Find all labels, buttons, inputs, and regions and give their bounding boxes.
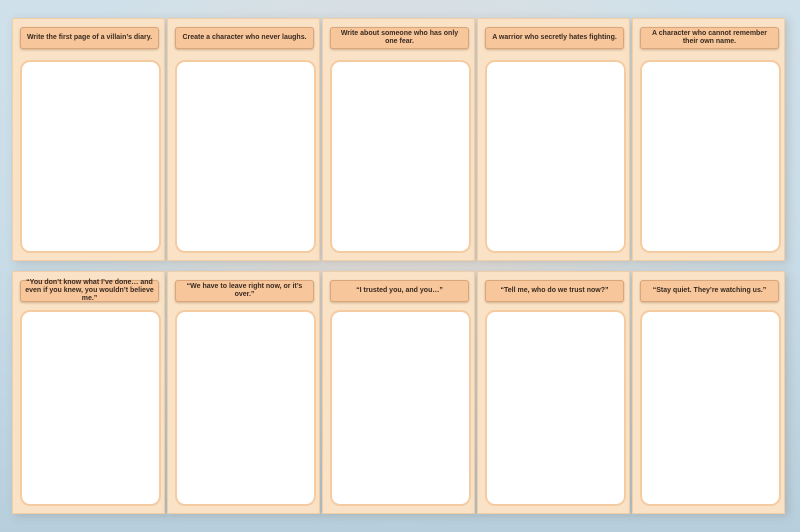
writing-area[interactable] <box>175 60 316 253</box>
prompt-card[interactable]: Create a character who never laughs. <box>167 18 320 261</box>
writing-area[interactable] <box>20 60 161 253</box>
prompt-card[interactable]: A character who cannot remember their ow… <box>632 18 785 261</box>
card-row-bottom: “You don’t know what I’ve done… and even… <box>12 271 788 514</box>
prompt-card[interactable]: “You don’t know what I’ve done… and even… <box>12 271 165 514</box>
prompt-card-sheet: Write the first page of a villain’s diar… <box>12 18 788 518</box>
prompt-card[interactable]: A warrior who secretly hates fighting. <box>477 18 630 261</box>
prompt-label: Create a character who never laughs. <box>175 27 314 49</box>
writing-area[interactable] <box>485 60 626 253</box>
prompt-label: Write about someone who has only one fea… <box>330 27 469 49</box>
prompt-label: “Stay quiet. They’re watching us.” <box>640 280 779 302</box>
writing-area[interactable] <box>640 310 781 506</box>
writing-area[interactable] <box>640 60 781 253</box>
prompt-label: “I trusted you, and you…” <box>330 280 469 302</box>
writing-area[interactable] <box>330 60 471 253</box>
prompt-card[interactable]: “Tell me, who do we trust now?” <box>477 271 630 514</box>
prompt-label: A character who cannot remember their ow… <box>640 27 779 49</box>
prompt-card[interactable]: “We have to leave right now, or it’s ove… <box>167 271 320 514</box>
prompt-card[interactable]: Write the first page of a villain’s diar… <box>12 18 165 261</box>
writing-area[interactable] <box>330 310 471 506</box>
writing-area[interactable] <box>20 310 161 506</box>
writing-area[interactable] <box>175 310 316 506</box>
prompt-card[interactable]: Write about someone who has only one fea… <box>322 18 475 261</box>
prompt-label: Write the first page of a villain’s diar… <box>20 27 159 49</box>
prompt-label: “Tell me, who do we trust now?” <box>485 280 624 302</box>
prompt-label: “You don’t know what I’ve done… and even… <box>20 279 159 302</box>
prompt-label: A warrior who secretly hates fighting. <box>485 27 624 49</box>
prompt-card[interactable]: “Stay quiet. They’re watching us.” <box>632 271 785 514</box>
prompt-label: “We have to leave right now, or it’s ove… <box>175 280 314 302</box>
prompt-card[interactable]: “I trusted you, and you…” <box>322 271 475 514</box>
card-row-top: Write the first page of a villain’s diar… <box>12 18 788 261</box>
writing-area[interactable] <box>485 310 626 506</box>
